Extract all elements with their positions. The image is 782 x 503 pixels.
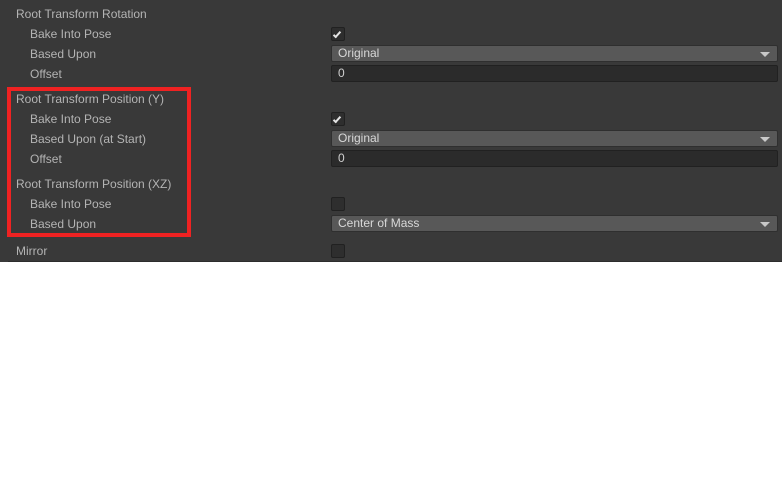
section-header-row-rotation: Root Transform Rotation bbox=[0, 4, 782, 24]
panel-bottom-divider bbox=[8, 261, 782, 262]
section-header-row-position-xz: Root Transform Position (XZ) bbox=[0, 174, 782, 194]
checkbox-rotation-bake-into-pose[interactable] bbox=[331, 27, 345, 41]
dropdown-rotation-based-upon[interactable]: Original bbox=[331, 45, 778, 62]
row-rotation-offset: Offset 0 bbox=[0, 64, 782, 84]
dropdown-position-xz-based-upon[interactable]: Center of Mass bbox=[331, 215, 778, 232]
chevron-down-icon bbox=[760, 52, 770, 57]
label-rotation-based-upon: Based Upon bbox=[30, 47, 97, 61]
label-mirror: Mirror bbox=[16, 244, 48, 258]
label-rotation-bake-into-pose: Bake Into Pose bbox=[30, 27, 112, 41]
label-position-xz-based-upon: Based Upon bbox=[30, 217, 97, 231]
row-position-y-based-upon: Based Upon (at Start) Original bbox=[0, 129, 782, 149]
label-position-y-based-upon: Based Upon (at Start) bbox=[30, 132, 147, 146]
checkbox-position-xz-bake-into-pose[interactable] bbox=[331, 197, 345, 211]
section-title-root-transform-rotation: Root Transform Rotation bbox=[16, 7, 147, 21]
label-rotation-offset: Offset bbox=[30, 67, 62, 81]
row-rotation-based-upon: Based Upon Original bbox=[0, 44, 782, 64]
section-header-row-position-y: Root Transform Position (Y) bbox=[0, 89, 782, 109]
row-mirror: Mirror bbox=[0, 241, 782, 261]
label-position-y-offset: Offset bbox=[30, 152, 62, 166]
row-position-xz-based-upon: Based Upon Center of Mass bbox=[0, 214, 782, 234]
section-title-root-transform-position-xz: Root Transform Position (XZ) bbox=[16, 177, 172, 191]
unity-inspector-panel: Root Transform Rotation Bake Into Pose B… bbox=[0, 0, 782, 262]
row-position-y-bake-into-pose: Bake Into Pose bbox=[0, 109, 782, 129]
row-position-y-offset: Offset 0 bbox=[0, 149, 782, 169]
dropdown-rotation-based-upon-value: Original bbox=[338, 46, 380, 60]
field-position-y-offset-value: 0 bbox=[338, 151, 345, 165]
checkbox-mirror[interactable] bbox=[331, 244, 345, 258]
section-title-root-transform-position-y: Root Transform Position (Y) bbox=[16, 92, 165, 106]
dropdown-position-xz-based-upon-value: Center of Mass bbox=[338, 216, 420, 230]
chevron-down-icon bbox=[760, 137, 770, 142]
row-rotation-bake-into-pose: Bake Into Pose bbox=[0, 24, 782, 44]
field-position-y-offset[interactable]: 0 bbox=[331, 150, 778, 167]
label-position-xz-bake-into-pose: Bake Into Pose bbox=[30, 197, 112, 211]
chevron-down-icon bbox=[760, 222, 770, 227]
field-rotation-offset-value: 0 bbox=[338, 66, 345, 80]
label-position-y-bake-into-pose: Bake Into Pose bbox=[30, 112, 112, 126]
row-position-xz-bake-into-pose: Bake Into Pose bbox=[0, 194, 782, 214]
dropdown-position-y-based-upon[interactable]: Original bbox=[331, 130, 778, 147]
checkbox-position-y-bake-into-pose[interactable] bbox=[331, 112, 345, 126]
field-rotation-offset[interactable]: 0 bbox=[331, 65, 778, 82]
dropdown-position-y-based-upon-value: Original bbox=[338, 131, 380, 145]
